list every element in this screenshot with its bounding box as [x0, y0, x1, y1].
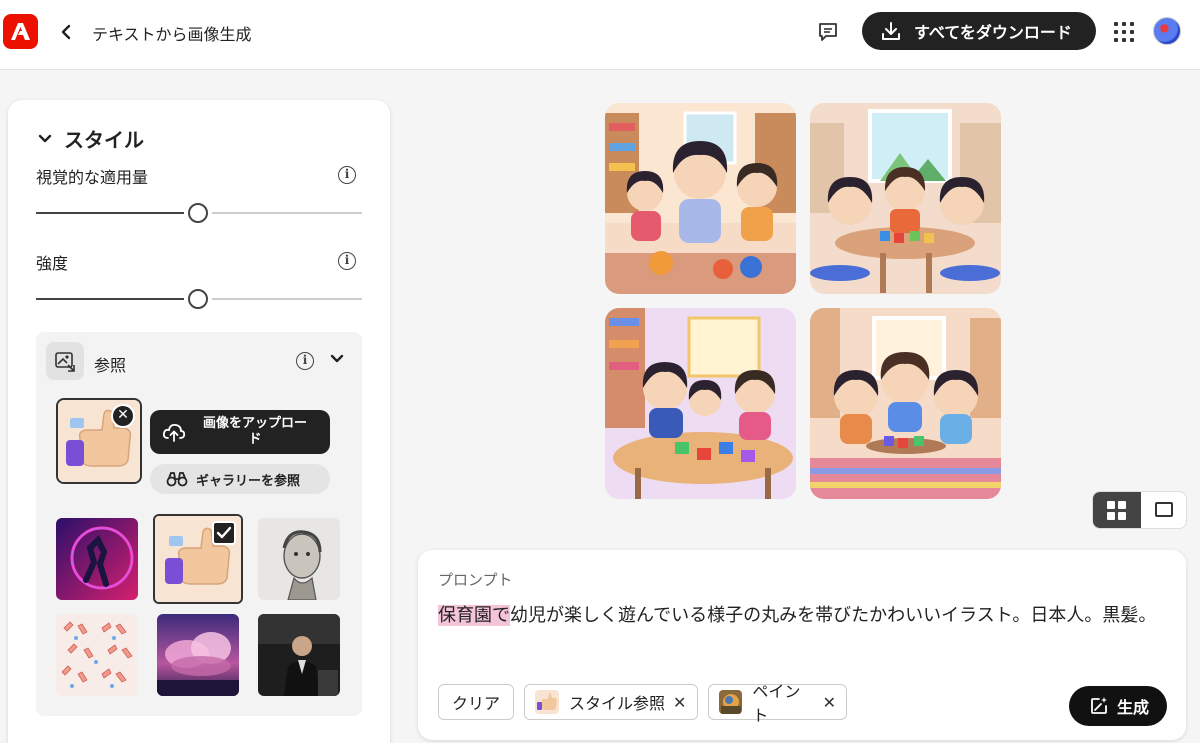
view-toggle	[1092, 491, 1187, 529]
generated-image-2[interactable]	[810, 103, 1001, 294]
paint-label: ペイント	[752, 682, 801, 725]
visual-intensity-label: 視覚的な適用量	[36, 168, 149, 187]
app-header: テキストから画像生成 すべてをダウンロード	[0, 0, 1200, 70]
generated-image-1[interactable]	[605, 103, 796, 294]
info-icon[interactable]: i	[296, 352, 314, 370]
grid-view-icon[interactable]	[1093, 492, 1141, 528]
feedback-icon[interactable]	[816, 20, 840, 44]
app-switcher-icon[interactable]	[1114, 22, 1134, 42]
section-title: スタイル	[64, 128, 144, 152]
prompt-box: プロンプト 保育園で幼児が楽しく遊んでいる様子の丸みを帯びたかわいいイラスト。日…	[418, 550, 1186, 740]
reference-label: 参照	[94, 356, 127, 375]
info-icon[interactable]: i	[338, 166, 356, 184]
style-thumbnail-neon[interactable]	[56, 518, 138, 600]
prompt-label: プロンプト	[438, 571, 513, 589]
upload-image-button[interactable]: 画像をアップロード	[150, 410, 330, 454]
generate-icon	[1091, 697, 1107, 714]
remove-chip-icon[interactable]: ✕	[823, 693, 836, 712]
remove-chip-icon[interactable]: ✕	[673, 693, 686, 712]
style-section-header[interactable]: スタイル	[38, 124, 144, 153]
reference-image-icon	[46, 342, 84, 380]
prompt-text: 幼児が楽しく遊んでいる様子の丸みを帯びたかわいいイラスト。日本人。黒髪。	[510, 605, 1157, 626]
style-reference-chip[interactable]: スタイル参照 ✕	[524, 684, 698, 720]
style-thumbnail-clouds[interactable]	[157, 614, 239, 696]
chevron-down-icon	[38, 134, 52, 142]
chevron-down-icon[interactable]	[330, 354, 344, 364]
generate-button[interactable]: 生成	[1069, 686, 1167, 726]
info-icon[interactable]: i	[338, 252, 356, 270]
generated-image-4[interactable]	[810, 308, 1001, 499]
style-reference-label: スタイル参照	[569, 694, 666, 713]
strength-slider[interactable]	[36, 288, 362, 309]
remove-reference-button[interactable]: ✕	[111, 404, 135, 428]
style-thumbnail-hand-pattern[interactable]	[56, 614, 138, 696]
upload-image-label: 画像をアップロード	[202, 416, 307, 447]
cloud-upload-icon	[162, 423, 186, 442]
download-all-label: すべてをダウンロード	[914, 23, 1072, 42]
paint-chip[interactable]: ペイント ✕	[708, 682, 847, 725]
prompt-input[interactable]: 保育園で幼児が楽しく遊んでいる様子の丸みを帯びたかわいいイラスト。日本人。黒髪。	[438, 600, 1158, 631]
style-reference-thumbnail	[535, 690, 559, 714]
adobe-logo[interactable]	[3, 14, 38, 49]
browse-gallery-label: ギャラリーを参照	[196, 473, 301, 489]
download-icon	[882, 22, 900, 40]
reference-section: 参照 i ✕ 画像をアップロード ギャラリーを参照	[36, 332, 362, 716]
user-avatar[interactable]	[1153, 17, 1181, 45]
slider-thumb[interactable]	[188, 289, 208, 309]
clear-button[interactable]: クリア	[438, 684, 514, 720]
slider-thumb[interactable]	[188, 203, 208, 223]
paint-thumbnail	[719, 690, 743, 714]
selected-checkmark-icon	[212, 521, 236, 545]
clear-label: クリア	[451, 694, 500, 713]
generate-label: 生成	[1117, 698, 1150, 717]
download-all-button[interactable]: すべてをダウンロード	[862, 12, 1096, 50]
browse-gallery-button[interactable]: ギャラリーを参照	[150, 464, 330, 494]
generated-image-3[interactable]	[605, 308, 796, 499]
style-thumbnail-portrait[interactable]	[258, 614, 340, 696]
style-thumbnail-engraving[interactable]	[258, 518, 340, 600]
settings-panel: スタイル 視覚的な適用量 i 強度 i 参照 i ✕ 画像をアップロード ギャラ…	[8, 100, 390, 743]
strength-label: 強度	[36, 254, 69, 273]
prompt-highlight: 保育園で	[438, 605, 510, 626]
back-chevron-icon[interactable]	[58, 22, 76, 42]
single-view-icon[interactable]	[1155, 502, 1173, 517]
page-title: テキストから画像生成	[92, 25, 252, 44]
binoculars-icon	[166, 472, 188, 487]
visual-intensity-slider[interactable]	[36, 202, 362, 223]
